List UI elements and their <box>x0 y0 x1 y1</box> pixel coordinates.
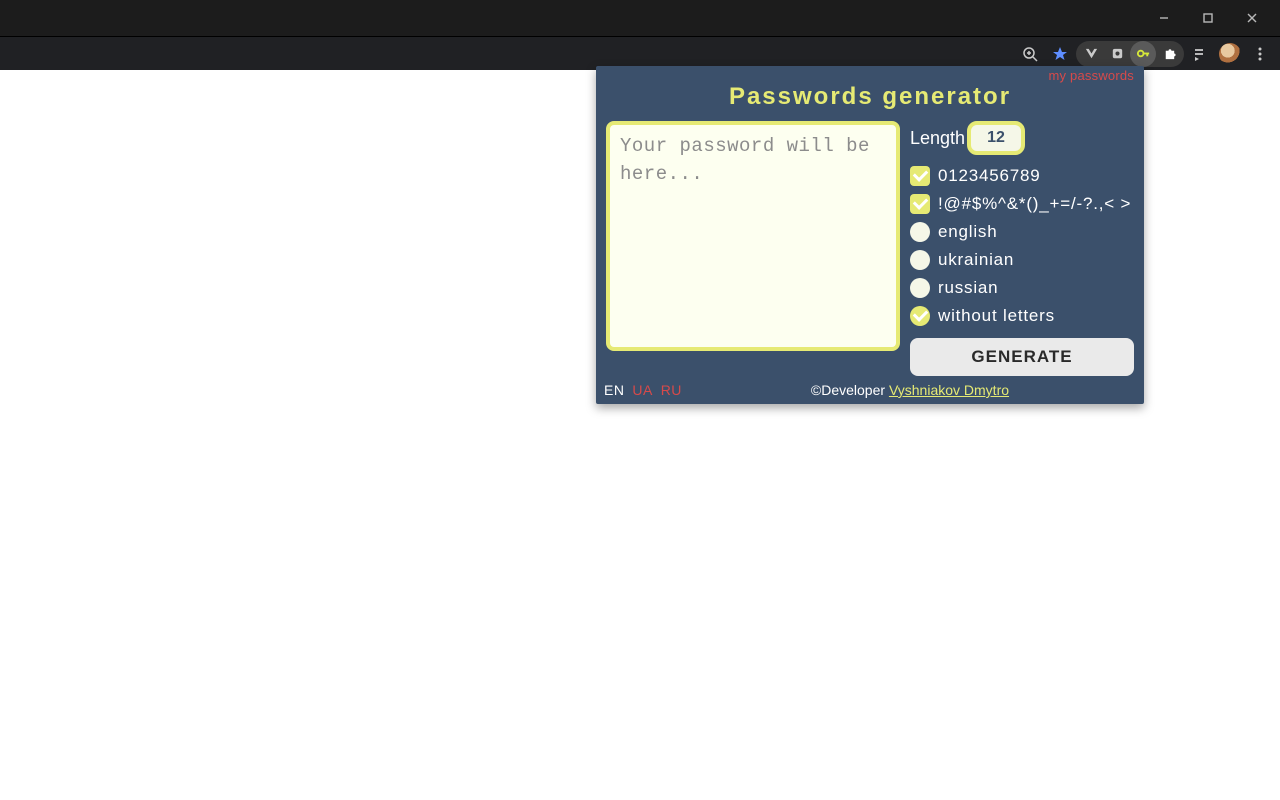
option-symbols[interactable]: !@#$%^&*()_+=/-?.,< > <box>910 190 1134 217</box>
option-label: !@#$%^&*()_+=/-?.,< > <box>938 194 1131 214</box>
zoom-icon[interactable] <box>1016 40 1044 68</box>
controls-panel: Length 0123456789 !@#$%^&*()_+=/-?.,< > … <box>910 121 1134 376</box>
browser-toolbar <box>0 36 1280 70</box>
lang-en[interactable]: EN <box>604 382 624 398</box>
extension-popup: my passwords Passwords generator Your pa… <box>596 66 1144 404</box>
extensions-pill <box>1076 41 1184 67</box>
developer-link[interactable]: Vyshniakov Dmytro <box>889 382 1009 398</box>
option-russian[interactable]: russian <box>910 274 1134 301</box>
extension-box-icon[interactable] <box>1104 41 1130 67</box>
option-label: ukrainian <box>938 250 1014 270</box>
profile-avatar[interactable] <box>1216 40 1244 68</box>
length-input[interactable] <box>967 121 1025 155</box>
extension-passwords-generator-icon[interactable] <box>1130 41 1156 67</box>
option-label: russian <box>938 278 998 298</box>
option-digits[interactable]: 0123456789 <box>910 162 1134 189</box>
maximize-button[interactable] <box>1186 4 1230 32</box>
popup-footer: EN UA RU ©Developer Vyshniakov Dmytro <box>596 376 1144 400</box>
length-label: Length <box>910 128 965 149</box>
password-output[interactable]: Your password will be here... <box>606 121 900 351</box>
minimize-button[interactable] <box>1142 4 1186 32</box>
option-label: without letters <box>938 306 1055 326</box>
checkbox-icon[interactable] <box>910 166 930 186</box>
lang-ru[interactable]: RU <box>661 382 682 398</box>
generate-button[interactable]: GENERATE <box>910 338 1134 376</box>
option-label: 0123456789 <box>938 166 1041 186</box>
popup-title: Passwords generator <box>596 83 1144 111</box>
radio-icon[interactable] <box>910 222 930 242</box>
option-without-letters[interactable]: without letters <box>910 302 1134 329</box>
radio-icon[interactable] <box>910 250 930 270</box>
my-passwords-link[interactable]: my passwords <box>596 66 1144 83</box>
close-button[interactable] <box>1230 4 1274 32</box>
language-switcher: EN UA RU <box>604 382 686 398</box>
option-label: english <box>938 222 997 242</box>
extensions-puzzle-icon[interactable] <box>1156 41 1182 67</box>
page-content: my passwords Passwords generator Your pa… <box>0 70 1280 800</box>
option-english[interactable]: english <box>910 218 1134 245</box>
radio-icon[interactable] <box>910 278 930 298</box>
radio-icon[interactable] <box>910 306 930 326</box>
option-ukrainian[interactable]: ukrainian <box>910 246 1134 273</box>
media-control-icon[interactable] <box>1186 40 1214 68</box>
menu-dots-icon[interactable] <box>1246 40 1274 68</box>
extension-vue-icon[interactable] <box>1078 41 1104 67</box>
developer-credit: ©Developer Vyshniakov Dmytro <box>686 382 1134 398</box>
lang-ua[interactable]: UA <box>632 382 652 398</box>
checkbox-icon[interactable] <box>910 194 930 214</box>
bookmark-star-icon[interactable] <box>1046 40 1074 68</box>
window-titlebar <box>0 0 1280 36</box>
